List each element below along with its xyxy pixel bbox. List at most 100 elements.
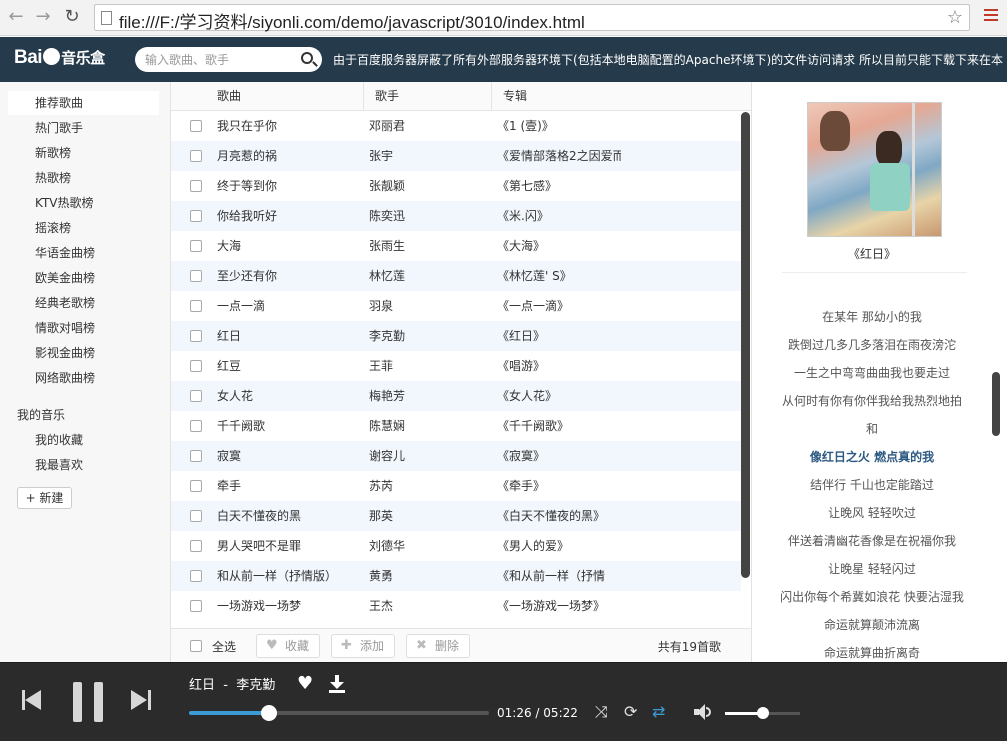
song-album[interactable]: 《林忆莲' S》 xyxy=(497,261,621,291)
song-artist[interactable]: 那英 xyxy=(369,501,393,531)
song-album[interactable]: 《爱情部落格2之因爱而 xyxy=(497,141,621,171)
progress-bar[interactable] xyxy=(189,705,489,721)
song-title[interactable]: 我只在乎你 xyxy=(217,111,277,141)
song-artist[interactable]: 张宇 xyxy=(369,141,393,171)
list-scrollbar[interactable] xyxy=(741,112,750,578)
song-title[interactable]: 和从前一样（抒情版） xyxy=(217,561,337,591)
song-artist[interactable]: 刘德华 xyxy=(369,531,405,561)
volume-slider[interactable] xyxy=(725,707,800,719)
song-artist[interactable]: 黄勇 xyxy=(369,561,393,591)
table-row[interactable]: 一场游戏一场梦 王杰 《一场游戏一场梦》 xyxy=(171,591,741,621)
pause-icon[interactable] xyxy=(73,682,103,722)
row-checkbox[interactable] xyxy=(190,180,202,192)
song-artist[interactable]: 梅艳芳 xyxy=(369,381,405,411)
delete-button[interactable]: ✖ 删除 xyxy=(406,634,470,658)
new-playlist-button[interactable]: + 新建 xyxy=(17,487,72,509)
row-checkbox[interactable] xyxy=(190,510,202,522)
song-artist[interactable]: 羽泉 xyxy=(369,291,393,321)
song-artist[interactable]: 王杰 xyxy=(369,591,393,621)
table-row[interactable]: 牵手 苏芮 《牵手》 xyxy=(171,471,741,501)
url-text[interactable]: file:///F:/学习资料/siyonli.com/demo/javascr… xyxy=(119,8,585,33)
heart-icon[interactable]: ♥ xyxy=(297,675,313,693)
volume-handle[interactable] xyxy=(756,707,769,719)
song-album[interactable]: 《大海》 xyxy=(497,231,621,261)
volume-icon[interactable] xyxy=(694,704,712,720)
table-row[interactable]: 女人花 梅艳芳 《女人花》 xyxy=(171,381,741,411)
song-title[interactable]: 一场游戏一场梦 xyxy=(217,591,301,621)
song-artist[interactable]: 陈慧娴 xyxy=(369,411,405,441)
table-row[interactable]: 我只在乎你 邓丽君 《1 (壹)》 xyxy=(171,111,741,141)
back-arrow-icon[interactable]: ← xyxy=(6,7,26,27)
download-icon[interactable] xyxy=(329,675,345,693)
hamburger-menu-icon[interactable] xyxy=(984,9,998,23)
song-album[interactable]: 《和从前一样（抒情 xyxy=(497,561,621,591)
table-row[interactable]: 至少还有你 林忆莲 《林忆莲' S》 xyxy=(171,261,741,291)
sidebar-item-chinese[interactable]: 华语金曲榜 xyxy=(8,241,159,265)
song-title[interactable]: 红豆 xyxy=(217,351,241,381)
song-album[interactable]: 《千千阙歌》 xyxy=(497,411,621,441)
table-row[interactable]: 白天不懂夜的黑 那英 《白天不懂夜的黑》 xyxy=(171,501,741,531)
sidebar-item-new-songs[interactable]: 新歌榜 xyxy=(8,141,159,165)
song-artist[interactable]: 王菲 xyxy=(369,351,393,381)
song-title[interactable]: 千千阙歌 xyxy=(217,411,265,441)
row-checkbox[interactable] xyxy=(190,420,202,432)
song-artist[interactable]: 谢容儿 xyxy=(369,441,405,471)
song-title[interactable]: 终于等到你 xyxy=(217,171,277,201)
song-title[interactable]: 寂寞 xyxy=(217,441,241,471)
row-checkbox[interactable] xyxy=(190,600,202,612)
table-row[interactable]: 月亮惹的祸 张宇 《爱情部落格2之因爱而 xyxy=(171,141,741,171)
sidebar-item-internet[interactable]: 网络歌曲榜 xyxy=(8,366,159,390)
song-artist[interactable]: 张靓颖 xyxy=(369,171,405,201)
table-row[interactable]: 你给我听好 陈奕迅 《米.闪》 xyxy=(171,201,741,231)
column-artist[interactable]: 歌手 xyxy=(364,82,492,111)
song-artist[interactable]: 李克勤 xyxy=(369,321,405,351)
sidebar-item-hot-artists[interactable]: 热门歌手 xyxy=(8,116,159,140)
sidebar-item-favorites[interactable]: 我的收藏 xyxy=(35,431,83,448)
sidebar-item-ktv[interactable]: KTV热歌榜 xyxy=(8,191,159,215)
add-button[interactable]: ✚ 添加 xyxy=(331,634,395,658)
song-artist[interactable]: 苏芮 xyxy=(369,471,393,501)
row-checkbox[interactable] xyxy=(190,540,202,552)
row-checkbox[interactable] xyxy=(190,480,202,492)
row-checkbox[interactable] xyxy=(190,330,202,342)
song-album[interactable]: 《唱游》 xyxy=(497,351,621,381)
song-artist[interactable]: 林忆莲 xyxy=(369,261,405,291)
row-checkbox[interactable] xyxy=(190,150,202,162)
shuffle-icon[interactable]: ⤨ xyxy=(595,703,608,721)
table-row[interactable]: 寂寞 谢容儿 《寂寞》 xyxy=(171,441,741,471)
search-input[interactable] xyxy=(145,51,295,68)
song-title[interactable]: 红日 xyxy=(217,321,241,351)
song-album[interactable]: 《男人的爱》 xyxy=(497,531,621,561)
sidebar-item-classic[interactable]: 经典老歌榜 xyxy=(8,291,159,315)
song-title[interactable]: 你给我听好 xyxy=(217,201,277,231)
sidebar-item-hot-songs[interactable]: 热歌榜 xyxy=(8,166,159,190)
song-title[interactable]: 大海 xyxy=(217,231,241,261)
row-checkbox[interactable] xyxy=(190,300,202,312)
song-album[interactable]: 《1 (壹)》 xyxy=(497,111,621,141)
star-icon[interactable]: ☆ xyxy=(947,7,963,28)
logo[interactable]: Bai 音乐盒 xyxy=(14,47,105,69)
song-artist[interactable]: 陈奕迅 xyxy=(369,201,405,231)
song-title[interactable]: 至少还有你 xyxy=(217,261,277,291)
table-row[interactable]: 男人哭吧不是罪 刘德华 《男人的爱》 xyxy=(171,531,741,561)
row-checkbox[interactable] xyxy=(190,570,202,582)
table-row[interactable]: 终于等到你 张靓颖 《第七感》 xyxy=(171,171,741,201)
address-bar[interactable]: file:///F:/学习资料/siyonli.com/demo/javascr… xyxy=(94,4,970,33)
sidebar-item-film[interactable]: 影视金曲榜 xyxy=(8,341,159,365)
row-checkbox[interactable] xyxy=(190,240,202,252)
song-album[interactable]: 《第七感》 xyxy=(497,171,621,201)
table-row[interactable]: 红日 李克勤 《红日》 xyxy=(171,321,741,351)
song-title[interactable]: 女人花 xyxy=(217,381,253,411)
sidebar-item-most-liked[interactable]: 我最喜欢 xyxy=(35,456,83,473)
loop-icon[interactable]: ⇄ xyxy=(652,703,665,721)
table-row[interactable]: 千千阙歌 陈慧娴 《千千阙歌》 xyxy=(171,411,741,441)
song-title[interactable]: 牵手 xyxy=(217,471,241,501)
progress-handle[interactable] xyxy=(261,705,278,721)
select-all-label[interactable]: 全选 xyxy=(212,638,236,655)
table-row[interactable]: 大海 张雨生 《大海》 xyxy=(171,231,741,261)
collect-button[interactable]: ♥ 收藏 xyxy=(256,634,320,658)
sidebar-item-recommended[interactable]: 推荐歌曲 xyxy=(8,91,159,115)
search-icon[interactable] xyxy=(301,52,313,64)
select-all-checkbox[interactable] xyxy=(190,640,202,652)
row-checkbox[interactable] xyxy=(190,120,202,132)
